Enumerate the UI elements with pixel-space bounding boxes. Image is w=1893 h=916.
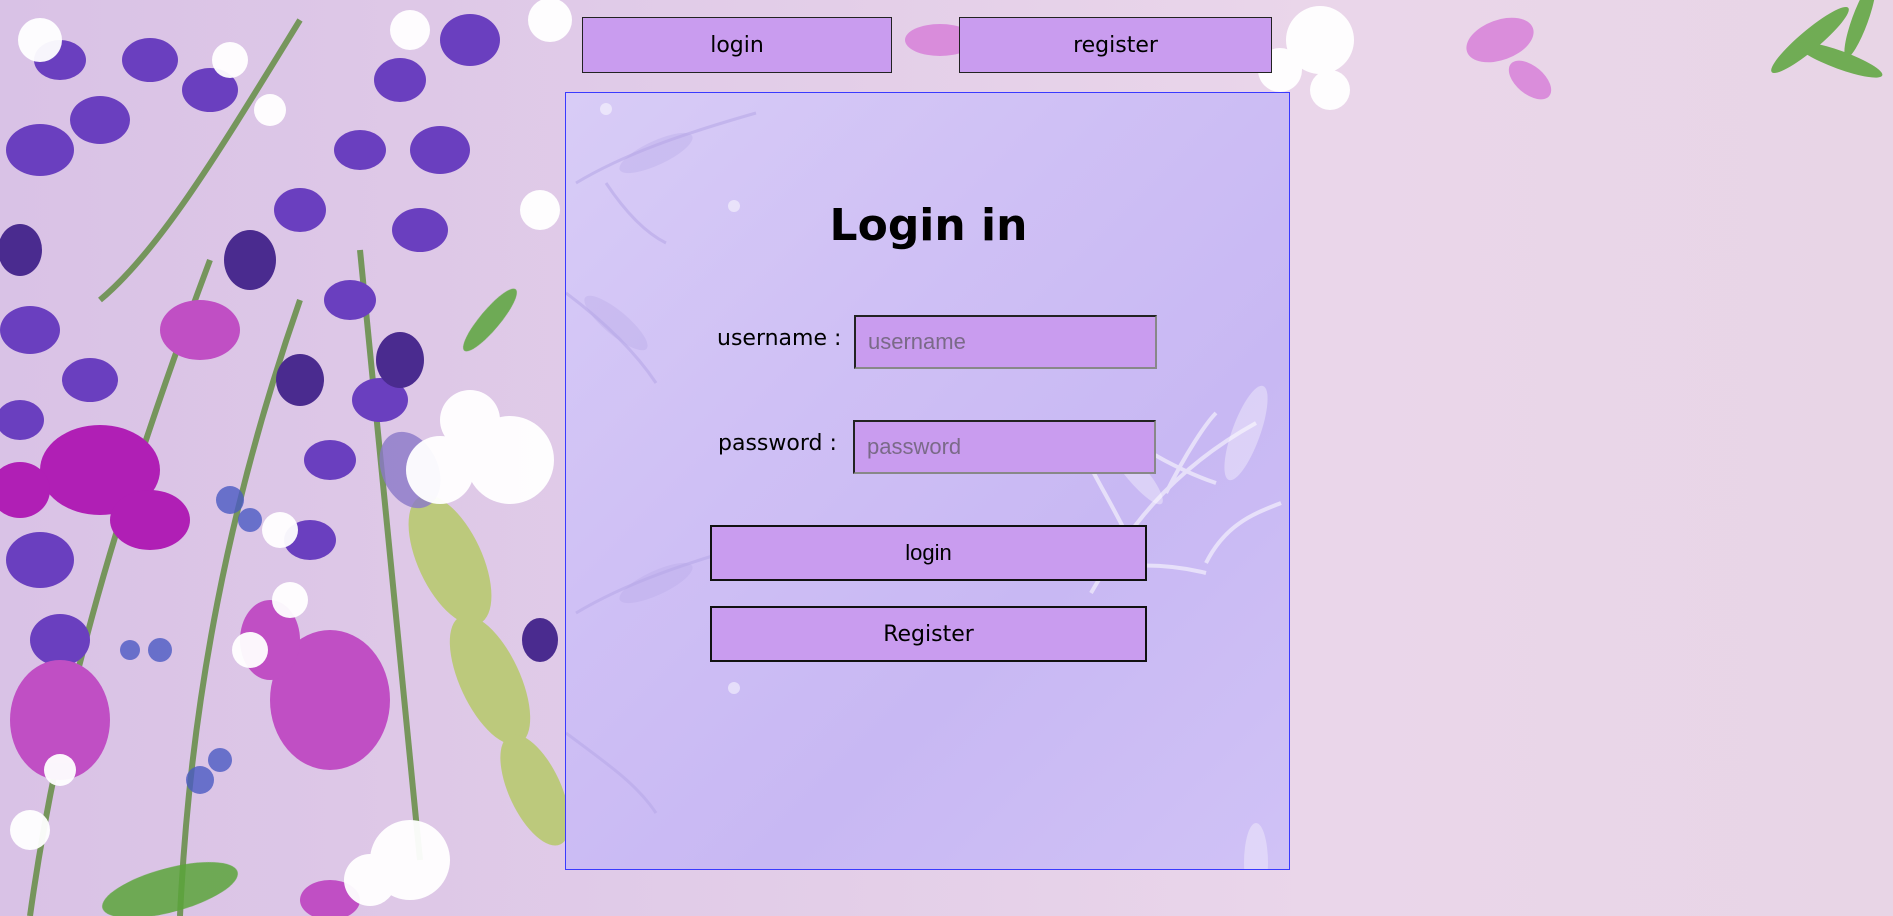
login-button[interactable]: login — [710, 525, 1147, 581]
password-input[interactable] — [853, 420, 1156, 474]
login-panel: Login in username : password : login Reg… — [565, 92, 1290, 870]
password-label: password : — [718, 431, 837, 456]
username-label: username : — [717, 326, 842, 351]
page-title: Login in — [829, 200, 1028, 251]
register-button[interactable]: Register — [710, 606, 1147, 662]
username-input[interactable] — [854, 315, 1157, 369]
login-tab-button[interactable]: login — [582, 17, 892, 73]
register-tab-button[interactable]: register — [959, 17, 1272, 73]
